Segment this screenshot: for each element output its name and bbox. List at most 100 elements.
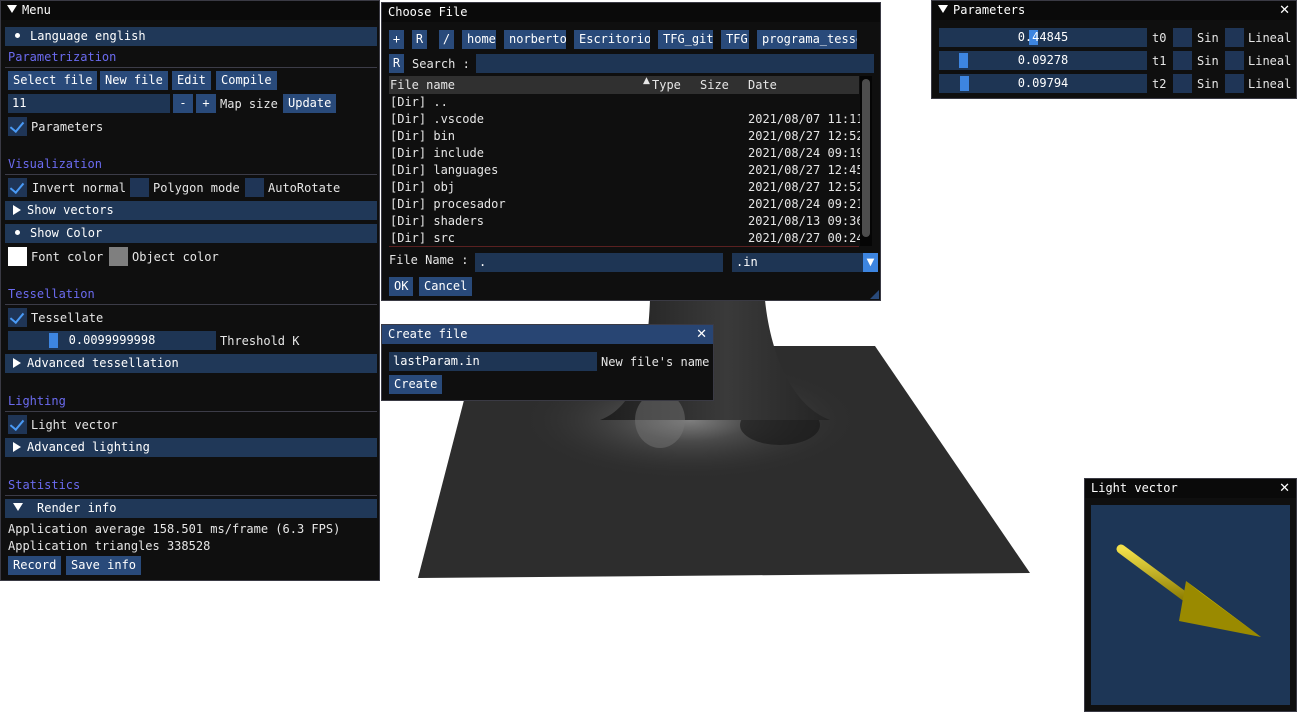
parameter-sin-checkbox[interactable]: [1173, 51, 1192, 70]
render-info-header[interactable]: Render info: [5, 499, 377, 518]
divider: [5, 304, 377, 305]
column-file-name[interactable]: File name: [390, 78, 455, 92]
new-file-name-label: New file's name: [601, 355, 710, 369]
path-button-home[interactable]: home: [462, 30, 496, 49]
expand-icon: [13, 358, 21, 368]
invert-normal-label: Invert normal: [32, 181, 126, 195]
polygon-mode-checkbox[interactable]: [130, 178, 149, 197]
choose-file-titlebar[interactable]: Choose File: [382, 3, 880, 22]
show-vectors-header[interactable]: Show vectors: [5, 201, 377, 220]
advanced-lighting-header[interactable]: Advanced lighting: [5, 438, 377, 457]
parameter-lineal-checkbox[interactable]: [1225, 74, 1244, 93]
light-vector-titlebar[interactable]: Light vector ✕: [1085, 479, 1296, 498]
map-size-input[interactable]: 11: [8, 94, 170, 113]
file-list-scrollbar[interactable]: [860, 76, 872, 246]
file-date: 2021/08/27 12:52: [748, 129, 860, 143]
triangle-count: Application triangles 338528: [8, 539, 211, 553]
parameter-slider-t2[interactable]: 0.09794: [939, 74, 1147, 93]
create-file-titlebar[interactable]: Create file ✕: [382, 325, 713, 344]
column-type[interactable]: Type: [652, 78, 681, 92]
autorotate-checkbox[interactable]: [245, 178, 264, 197]
resize-grip[interactable]: [870, 290, 879, 299]
language-header[interactable]: Language english: [5, 27, 377, 46]
parameter-sin-checkbox[interactable]: [1173, 74, 1192, 93]
file-date: 2021/08/27 12:45: [748, 163, 860, 177]
path-button-norberto[interactable]: norberto: [504, 30, 566, 49]
select-file-button[interactable]: Select file: [8, 71, 98, 90]
light-vector-canvas[interactable]: [1091, 505, 1290, 705]
search-input[interactable]: [476, 54, 874, 73]
update-button[interactable]: Update: [283, 94, 337, 113]
close-icon[interactable]: ✕: [1279, 479, 1290, 498]
object-color-swatch[interactable]: [109, 247, 128, 266]
path-button-add[interactable]: +: [389, 30, 404, 49]
file-row[interactable]: [Dir] ..: [390, 94, 860, 111]
parameter-lineal-checkbox[interactable]: [1225, 51, 1244, 70]
collapse-icon[interactable]: [7, 5, 17, 13]
advanced-tessellation-header[interactable]: Advanced tessellation: [5, 354, 377, 373]
parameters-title: Parameters: [953, 3, 1026, 17]
advanced-tessellation-label: Advanced tessellation: [27, 356, 179, 370]
parameters-checkbox[interactable]: [8, 117, 27, 136]
search-reset-button[interactable]: R: [389, 54, 404, 73]
new-file-button[interactable]: New file: [100, 71, 168, 90]
parameter-sin-checkbox[interactable]: [1173, 28, 1192, 47]
chevron-down-icon[interactable]: ▼: [863, 253, 878, 272]
file-date: 2021/08/07 11:11: [748, 112, 860, 126]
tessellate-checkbox[interactable]: [8, 308, 27, 327]
new-file-name-input[interactable]: lastParam.in: [389, 352, 597, 371]
file-row[interactable]: [Dir] .vscode 2021/08/07 11:11: [390, 111, 860, 128]
file-row[interactable]: [Dir] procesador 2021/08/24 09:21: [390, 196, 860, 213]
font-color-label: Font color: [31, 250, 104, 264]
file-row[interactable]: [Dir] src 2021/08/27 00:24: [390, 230, 860, 246]
file-row[interactable]: [Dir] obj 2021/08/27 12:52: [390, 179, 860, 196]
parameter-slider-t0[interactable]: 0.44845: [939, 28, 1147, 47]
path-button-tfg[interactable]: TFG: [721, 30, 749, 49]
parameter-slider-t1[interactable]: 0.09278: [939, 51, 1147, 70]
extension-filter-select[interactable]: .in ▼: [732, 253, 878, 272]
compile-button[interactable]: Compile: [216, 71, 277, 90]
file-row[interactable]: [Dir] shaders 2021/08/13 09:36: [390, 213, 860, 230]
save-info-button[interactable]: Save info: [66, 556, 142, 575]
close-icon[interactable]: ✕: [1279, 1, 1290, 20]
collapse-icon[interactable]: [938, 5, 948, 13]
collapse-icon: [13, 503, 23, 511]
path-button-reset[interactable]: R: [412, 30, 427, 49]
light-arrow-icon: [1116, 544, 1261, 637]
path-button-escritorio[interactable]: Escritorio: [574, 30, 650, 49]
file-name: [Dir] procesador: [390, 197, 506, 211]
close-icon[interactable]: ✕: [696, 325, 707, 344]
cancel-button[interactable]: Cancel: [419, 277, 473, 296]
path-button-programa_tesse[interactable]: programa_tesse: [757, 30, 857, 49]
path-button-tfg_git[interactable]: TFG_git: [658, 30, 713, 49]
parameter-lineal-checkbox[interactable]: [1225, 28, 1244, 47]
record-button[interactable]: Record: [8, 556, 62, 575]
file-row[interactable]: [Dir] include 2021/08/24 09:19: [390, 145, 860, 162]
divider: [5, 67, 377, 68]
column-size[interactable]: Size: [700, 78, 729, 92]
path-button-root[interactable]: /: [439, 30, 454, 49]
create-button[interactable]: Create: [389, 375, 443, 394]
map-size-increment-button[interactable]: +: [196, 94, 216, 113]
scrollbar-thumb[interactable]: [862, 79, 870, 237]
ok-button[interactable]: OK: [389, 277, 414, 296]
column-date[interactable]: Date: [748, 78, 777, 92]
file-row[interactable]: [Dir] bin 2021/08/27 12:52: [390, 128, 860, 145]
threshold-label: Threshold K: [220, 334, 300, 348]
map-size-decrement-button[interactable]: -: [173, 94, 193, 113]
autorotate-label: AutoRotate: [268, 181, 341, 195]
show-color-header[interactable]: Show Color: [5, 224, 377, 243]
create-file-dialog: Create file ✕ lastParam.in New file's na…: [381, 324, 714, 401]
threshold-slider[interactable]: 0.0099999998: [8, 331, 216, 350]
divider: [389, 246, 859, 247]
edit-button[interactable]: Edit: [172, 71, 211, 90]
create-file-title: Create file: [388, 327, 468, 341]
invert-normal-checkbox[interactable]: [8, 178, 27, 197]
parameters-titlebar[interactable]: Parameters ✕: [932, 1, 1296, 20]
font-color-swatch[interactable]: [8, 247, 27, 266]
light-vector-checkbox[interactable]: [8, 415, 27, 434]
divider: [5, 411, 377, 412]
file-row[interactable]: [Dir] languages 2021/08/27 12:45: [390, 162, 860, 179]
menu-titlebar[interactable]: Menu: [1, 1, 379, 20]
file-name-input[interactable]: .: [475, 253, 723, 272]
